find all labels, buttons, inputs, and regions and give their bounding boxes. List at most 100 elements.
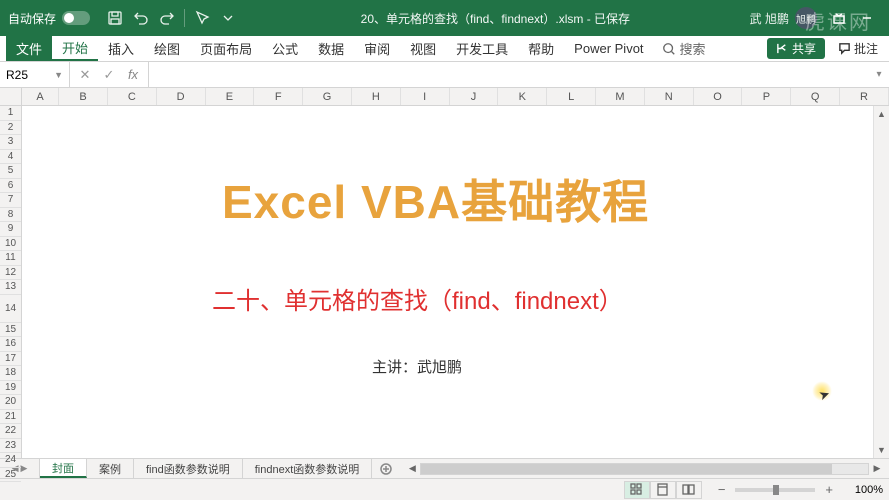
fx-icon[interactable]: fx bbox=[122, 64, 144, 86]
document-title: 20、单元格的查找（find、findnext）.xlsm - 已保存 bbox=[241, 10, 750, 27]
ribbon-options-icon[interactable] bbox=[825, 4, 853, 32]
new-sheet-button[interactable] bbox=[372, 459, 400, 478]
autosave-toggle[interactable]: 自动保存 bbox=[8, 10, 90, 27]
row-header-23[interactable]: 23 bbox=[0, 439, 21, 454]
column-header-C[interactable]: C bbox=[108, 88, 157, 105]
user-account[interactable]: 武 旭鹏 旭鹏 bbox=[750, 7, 817, 29]
status-bar: − + 100% bbox=[0, 478, 889, 500]
zoom-in-button[interactable]: + bbox=[821, 482, 837, 497]
row-header-9[interactable]: 9 bbox=[0, 222, 21, 237]
row-header-6[interactable]: 6 bbox=[0, 179, 21, 194]
column-header-F[interactable]: F bbox=[254, 88, 303, 105]
column-header-R[interactable]: R bbox=[840, 88, 889, 105]
column-header-D[interactable]: D bbox=[157, 88, 206, 105]
row-header-2[interactable]: 2 bbox=[0, 121, 21, 136]
column-header-G[interactable]: G bbox=[303, 88, 352, 105]
scroll-right-icon[interactable]: ▶ bbox=[869, 463, 885, 474]
toggle-switch[interactable] bbox=[62, 11, 90, 25]
tab-draw[interactable]: 绘图 bbox=[144, 36, 190, 61]
column-header-B[interactable]: B bbox=[59, 88, 108, 105]
column-header-M[interactable]: M bbox=[596, 88, 645, 105]
column-header-L[interactable]: L bbox=[547, 88, 596, 105]
column-header-A[interactable]: A bbox=[22, 88, 59, 105]
column-header-J[interactable]: J bbox=[450, 88, 499, 105]
row-header-20[interactable]: 20 bbox=[0, 395, 21, 410]
scroll-down-icon[interactable]: ▼ bbox=[874, 442, 889, 458]
tab-developer[interactable]: 开发工具 bbox=[446, 36, 518, 61]
column-header-K[interactable]: K bbox=[498, 88, 547, 105]
tab-formulas[interactable]: 公式 bbox=[262, 36, 308, 61]
zoom-out-button[interactable]: − bbox=[714, 482, 730, 497]
column-header-Q[interactable]: Q bbox=[791, 88, 840, 105]
minimize-icon[interactable] bbox=[853, 4, 881, 32]
row-header-5[interactable]: 5 bbox=[0, 164, 21, 179]
row-header-24[interactable]: 24 bbox=[0, 453, 21, 468]
row-header-7[interactable]: 7 bbox=[0, 193, 21, 208]
row-header-21[interactable]: 21 bbox=[0, 410, 21, 425]
row-header-11[interactable]: 11 bbox=[0, 251, 21, 266]
sheet-tab-1[interactable]: 案例 bbox=[87, 459, 134, 478]
formula-expand-icon[interactable]: ▾ bbox=[869, 62, 889, 87]
column-header-O[interactable]: O bbox=[694, 88, 743, 105]
formula-input[interactable] bbox=[149, 62, 869, 87]
column-header-H[interactable]: H bbox=[352, 88, 401, 105]
row-header-1[interactable]: 1 bbox=[0, 106, 21, 121]
tab-page-layout[interactable]: 页面布局 bbox=[190, 36, 262, 61]
cells-area[interactable]: Excel VBA基础教程 二十、单元格的查找（find、findnext） 主… bbox=[22, 106, 889, 458]
normal-view-button[interactable] bbox=[624, 481, 650, 499]
save-icon[interactable] bbox=[102, 0, 128, 36]
row-header-17[interactable]: 17 bbox=[0, 352, 21, 367]
vertical-scrollbar[interactable]: ▲ ▼ bbox=[873, 106, 889, 458]
sheet-tab-0[interactable]: 封面 bbox=[40, 459, 87, 478]
tab-file[interactable]: 文件 bbox=[6, 36, 52, 61]
column-header-E[interactable]: E bbox=[206, 88, 255, 105]
tab-home[interactable]: 开始 bbox=[52, 36, 98, 61]
tab-review[interactable]: 审阅 bbox=[354, 36, 400, 61]
name-box-dropdown-icon[interactable]: ▼ bbox=[54, 70, 63, 80]
comments-button[interactable]: 批注 bbox=[829, 38, 887, 59]
tab-help[interactable]: 帮助 bbox=[518, 36, 564, 61]
tab-data[interactable]: 数据 bbox=[308, 36, 354, 61]
column-header-N[interactable]: N bbox=[645, 88, 694, 105]
share-button[interactable]: 共享 bbox=[767, 38, 825, 59]
tab-power-pivot[interactable]: Power Pivot bbox=[564, 36, 653, 61]
zoom-percent[interactable]: 100% bbox=[843, 484, 883, 496]
row-header-18[interactable]: 18 bbox=[0, 366, 21, 381]
tab-view[interactable]: 视图 bbox=[400, 36, 446, 61]
row-header-16[interactable]: 16 bbox=[0, 337, 21, 352]
qat-dropdown-icon[interactable] bbox=[215, 0, 241, 36]
row-header-12[interactable]: 12 bbox=[0, 266, 21, 281]
page-layout-view-button[interactable] bbox=[650, 481, 676, 499]
column-header-I[interactable]: I bbox=[401, 88, 450, 105]
sheet-tab-2[interactable]: find函数参数说明 bbox=[134, 459, 243, 478]
row-header-25[interactable]: 25 bbox=[0, 468, 21, 483]
enter-icon[interactable]: ✓ bbox=[98, 64, 120, 86]
name-box[interactable]: R25 ▼ bbox=[0, 62, 70, 87]
search-box[interactable]: 搜索 bbox=[654, 36, 714, 61]
page-break-view-button[interactable] bbox=[676, 481, 702, 499]
sheet-tab-3[interactable]: findnext函数参数说明 bbox=[243, 459, 373, 478]
cancel-icon[interactable]: ✕ bbox=[74, 64, 96, 86]
row-header-15[interactable]: 15 bbox=[0, 323, 21, 338]
row-header-4[interactable]: 4 bbox=[0, 150, 21, 165]
column-header-P[interactable]: P bbox=[742, 88, 791, 105]
row-header-3[interactable]: 3 bbox=[0, 135, 21, 150]
tab-insert[interactable]: 插入 bbox=[98, 36, 144, 61]
zoom-controls: − + 100% bbox=[714, 482, 883, 497]
row-header-19[interactable]: 19 bbox=[0, 381, 21, 396]
horizontal-scrollbar[interactable]: ◀ ▶ bbox=[400, 459, 889, 478]
redo-icon[interactable] bbox=[154, 0, 180, 36]
row-header-13[interactable]: 13 bbox=[0, 280, 21, 295]
select-all-corner[interactable] bbox=[0, 88, 21, 106]
row-header-22[interactable]: 22 bbox=[0, 424, 21, 439]
row-header-10[interactable]: 10 bbox=[0, 237, 21, 252]
scroll-up-icon[interactable]: ▲ bbox=[874, 106, 889, 122]
touch-mode-icon[interactable] bbox=[189, 0, 215, 36]
zoom-slider[interactable] bbox=[735, 488, 815, 492]
scroll-left-icon[interactable]: ◀ bbox=[404, 463, 420, 474]
row-headers: 1234567891011121314151617181920212223242… bbox=[0, 88, 22, 458]
row-header-14[interactable]: 14 bbox=[0, 295, 21, 323]
row-header-8[interactable]: 8 bbox=[0, 208, 21, 223]
undo-icon[interactable] bbox=[128, 0, 154, 36]
slide-author: 主讲：武旭鹏 bbox=[372, 356, 462, 377]
